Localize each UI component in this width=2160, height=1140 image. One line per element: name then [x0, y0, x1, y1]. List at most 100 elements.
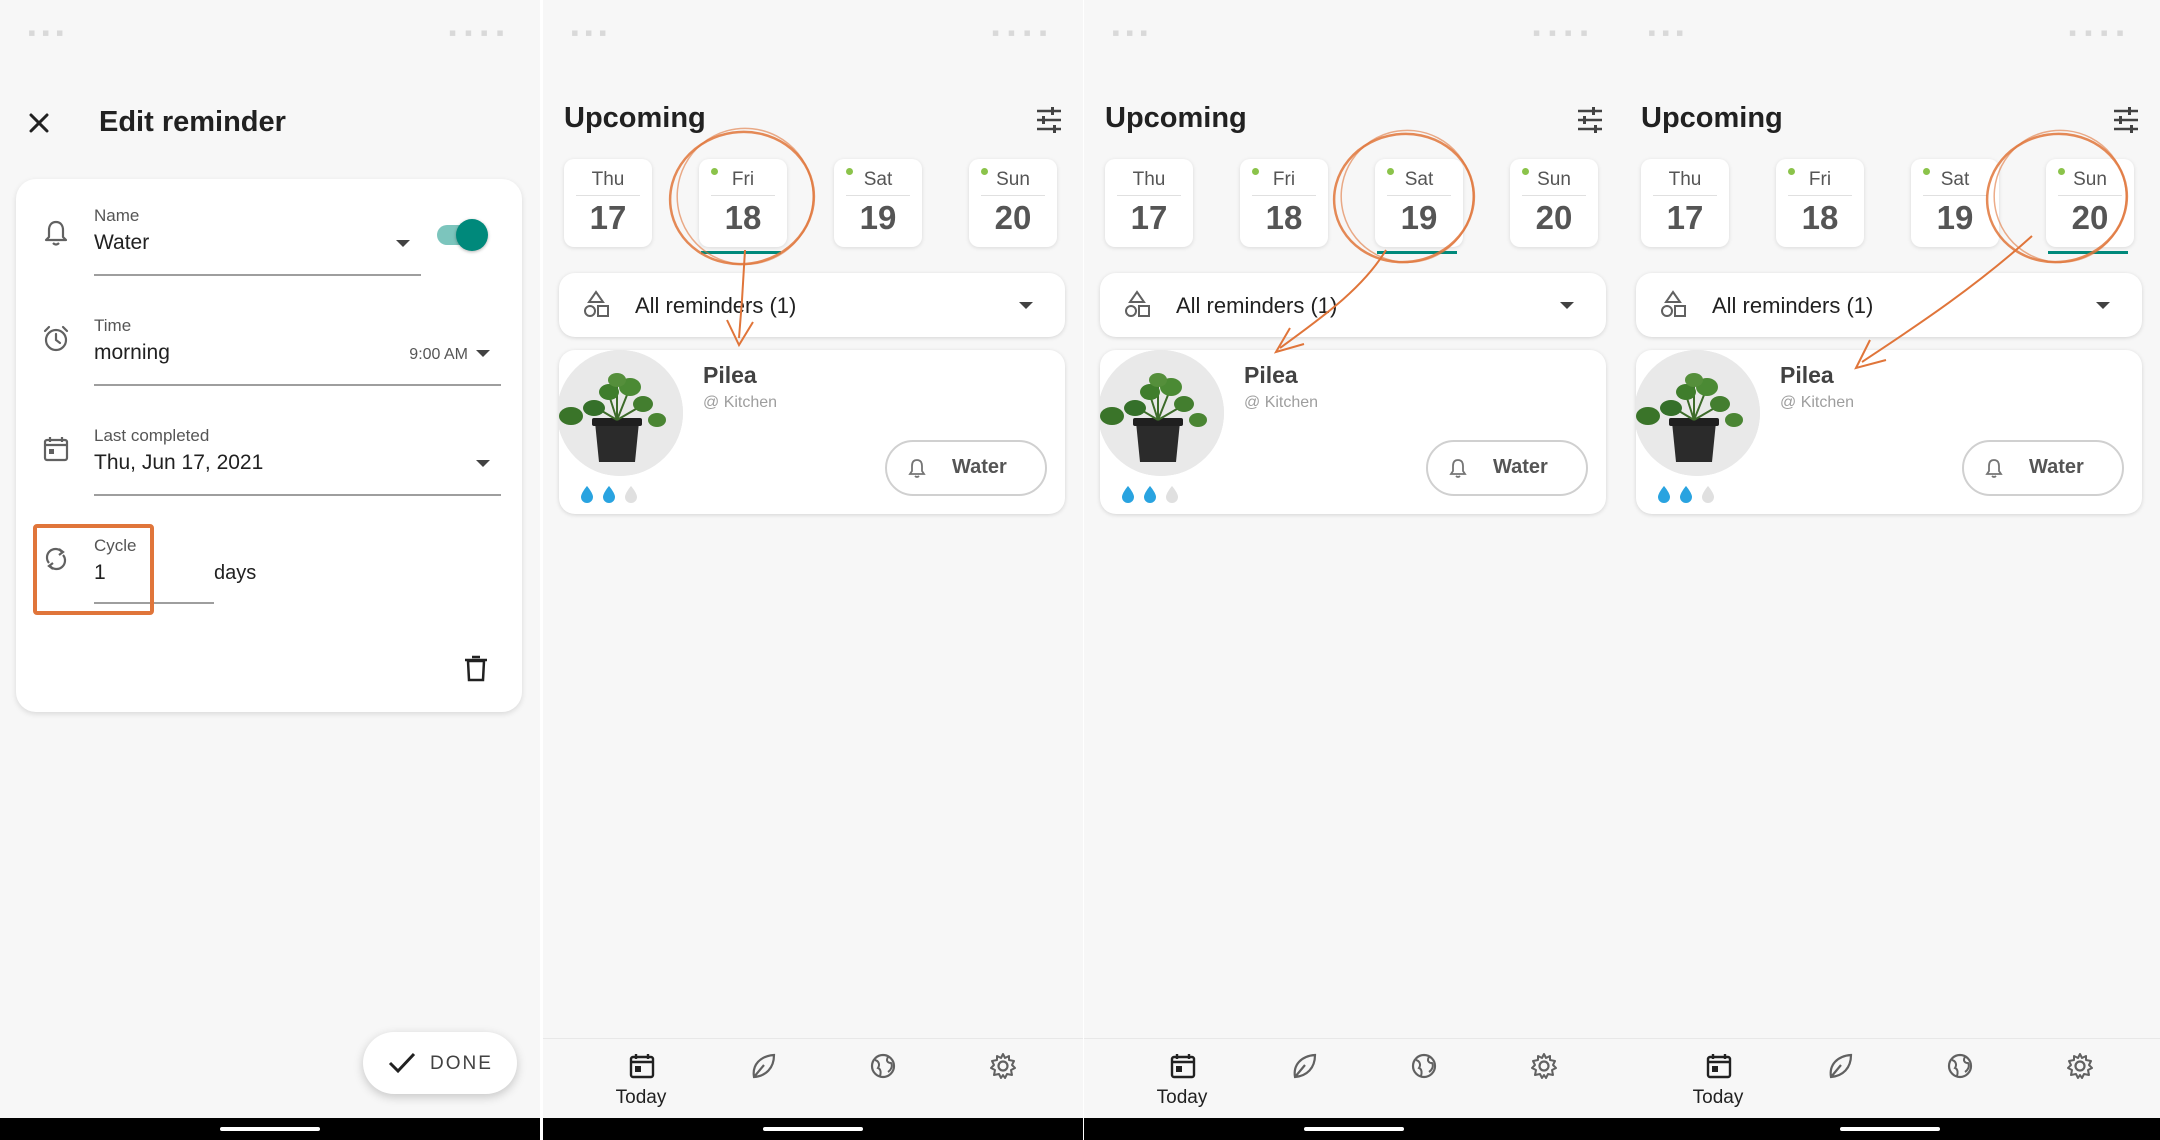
- day-sun[interactable]: Sun 20: [969, 159, 1057, 247]
- nav-plants[interactable]: [1809, 1051, 1869, 1111]
- status-bar: ▪ ▪ ▪ ▪▪▪▪: [571, 20, 1055, 45]
- time-clock[interactable]: 9:00 AM: [409, 346, 468, 364]
- day-separator: [576, 195, 640, 196]
- water-drop-icon: [1702, 486, 1714, 503]
- plant-card[interactable]: Pilea @ Kitchen Water: [1636, 350, 2142, 514]
- day-separator: [1653, 195, 1717, 196]
- tune-filter-icon[interactable]: [1033, 104, 1065, 136]
- water-level-indicator: [581, 486, 637, 503]
- day-fri[interactable]: Fri 18: [1240, 159, 1328, 247]
- day-date: 19: [1936, 199, 1974, 236]
- nav-settings[interactable]: [1513, 1051, 1573, 1111]
- bottom-nav: Today: [1620, 1038, 2160, 1119]
- day-thu[interactable]: Thu 17: [564, 159, 652, 247]
- globe-icon: [870, 1053, 896, 1079]
- day-name: Sun: [1537, 169, 1571, 190]
- reminder-filter-dropdown[interactable]: All reminders (1): [559, 273, 1065, 337]
- home-indicator[interactable]: [1304, 1127, 1404, 1131]
- nav-explore[interactable]: [1929, 1051, 1989, 1111]
- bell-icon: [908, 459, 926, 478]
- nav-today[interactable]: Today: [1688, 1051, 1748, 1111]
- upcoming-screen-sat: ▪ ▪ ▪ ▪▪▪▪ Upcoming Thu 17 Fri 18 Sat 19 …: [1084, 0, 1624, 1140]
- cycle-highlight-annotation: [33, 524, 154, 615]
- day-name: Sat: [1404, 169, 1434, 190]
- close-icon[interactable]: [24, 108, 54, 138]
- day-fri[interactable]: Fri 18: [699, 159, 787, 254]
- day-name: Sat: [1940, 169, 1970, 190]
- pilea-plant-image: [1636, 350, 1760, 476]
- nav-plants[interactable]: [732, 1051, 792, 1111]
- last-completed-value[interactable]: Thu, Jun 17, 2021: [94, 451, 263, 475]
- nav-today-label: Today: [1692, 1087, 1744, 1108]
- day-date: 20: [994, 199, 1032, 236]
- nav-today[interactable]: Today: [1152, 1051, 1212, 1111]
- water-drop-icon: [1680, 486, 1692, 503]
- gear-icon: [990, 1053, 1016, 1079]
- day-sat[interactable]: Sat 19: [834, 159, 922, 247]
- delete-icon[interactable]: [462, 653, 490, 683]
- time-dropdown-caret[interactable]: [476, 350, 490, 357]
- reminder-toggle-thumb[interactable]: [456, 219, 488, 251]
- cycle-unit: days: [214, 562, 257, 584]
- nav-plants[interactable]: [1273, 1051, 1333, 1111]
- edit-reminder-screen: ▪ ▪ ▪ ▪▪▪▪ Edit reminder Name Water Time …: [0, 0, 540, 1140]
- water-button-label: Water: [952, 456, 1007, 478]
- name-value[interactable]: Water: [94, 231, 149, 255]
- day-name: Fri: [1808, 169, 1832, 190]
- globe-icon: [1947, 1053, 1973, 1079]
- name-dropdown-caret[interactable]: [396, 240, 410, 247]
- tune-filter-icon[interactable]: [2110, 104, 2142, 136]
- day-name: Sun: [2073, 169, 2107, 190]
- calendar-today-icon: [1170, 1054, 1196, 1079]
- tune-filter-icon[interactable]: [1574, 104, 1606, 136]
- name-label: Name: [94, 206, 140, 225]
- home-indicator[interactable]: [220, 1127, 320, 1131]
- day-sun[interactable]: Sun 20: [1510, 159, 1598, 247]
- nav-settings[interactable]: [972, 1051, 1032, 1111]
- pilea-plant-image: [1100, 350, 1224, 476]
- day-fri[interactable]: Fri 18: [1776, 159, 1864, 247]
- day-sat[interactable]: Sat 19: [1911, 159, 1999, 247]
- nav-explore[interactable]: [852, 1051, 912, 1111]
- selected-day-underline: [2048, 251, 2128, 254]
- filter-label: All reminders (1): [1176, 293, 1338, 318]
- selected-day-underline: [1377, 251, 1457, 254]
- day-separator: [846, 195, 910, 196]
- day-thu[interactable]: Thu 17: [1105, 159, 1193, 247]
- reminder-filter-dropdown[interactable]: All reminders (1): [1636, 273, 2142, 337]
- day-separator: [711, 195, 775, 196]
- last-completed-label: Last completed: [94, 426, 210, 445]
- plant-photo: [1636, 350, 1760, 476]
- nav-today-label: Today: [615, 1087, 667, 1108]
- water-button[interactable]: Water: [885, 440, 1047, 496]
- nav-explore[interactable]: [1393, 1051, 1453, 1111]
- status-bar: ▪ ▪ ▪ ▪▪▪▪: [28, 20, 512, 45]
- bell-icon: [44, 220, 68, 246]
- calendar-today-icon: [629, 1054, 655, 1079]
- day-sun[interactable]: Sun 20: [2046, 159, 2134, 254]
- leaf-icon: [1293, 1053, 1317, 1079]
- system-nav-bar: [543, 1118, 1083, 1140]
- page-title: Edit reminder: [99, 106, 286, 138]
- time-value[interactable]: morning: [94, 341, 170, 365]
- water-button[interactable]: Water: [1962, 440, 2124, 496]
- nav-today[interactable]: Today: [611, 1051, 671, 1111]
- plant-name: Pilea: [1780, 362, 1834, 388]
- done-label: DONE: [430, 1053, 493, 1074]
- globe-icon: [1411, 1053, 1437, 1079]
- day-thu[interactable]: Thu 17: [1641, 159, 1729, 247]
- home-indicator[interactable]: [763, 1127, 863, 1131]
- home-indicator[interactable]: [1840, 1127, 1940, 1131]
- reminder-filter-dropdown[interactable]: All reminders (1): [1100, 273, 1606, 337]
- day-sat[interactable]: Sat 19: [1375, 159, 1463, 254]
- water-drop-icon: [1144, 486, 1156, 503]
- date-dropdown-caret[interactable]: [476, 460, 490, 467]
- done-button[interactable]: DONE: [363, 1032, 517, 1094]
- water-drop-icon: [1122, 486, 1134, 503]
- water-button[interactable]: Water: [1426, 440, 1588, 496]
- system-nav-bar: [0, 1118, 540, 1140]
- plant-card[interactable]: Pilea @ Kitchen Water: [559, 350, 1065, 514]
- plant-card[interactable]: Pilea @ Kitchen Water: [1100, 350, 1606, 514]
- nav-settings[interactable]: [2049, 1051, 2109, 1111]
- shapes-icon: [584, 290, 609, 317]
